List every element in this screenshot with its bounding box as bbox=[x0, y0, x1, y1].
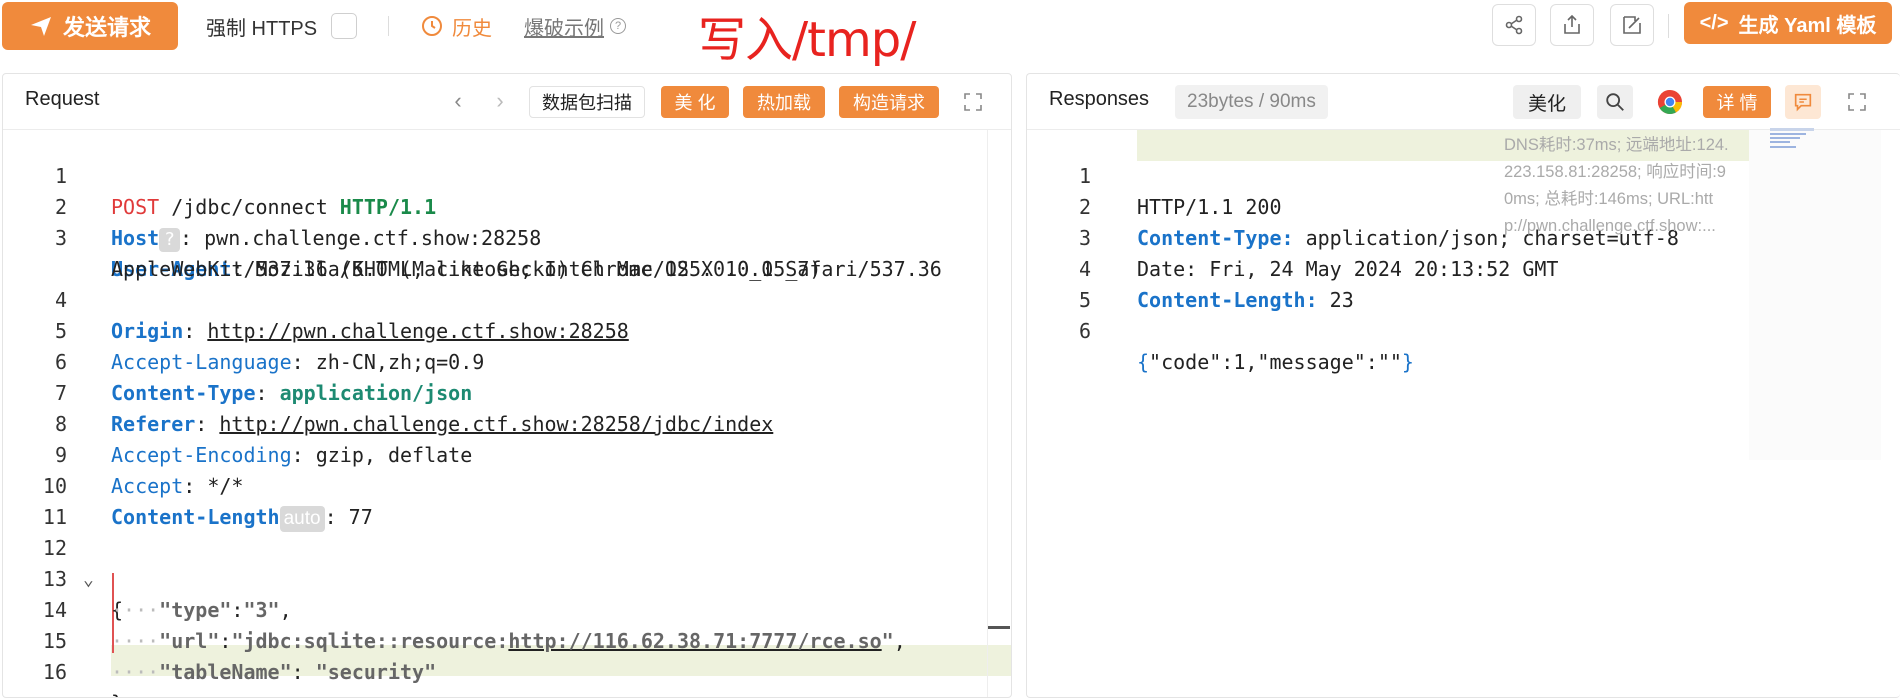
timing-overlay-line: 0ms; 总耗时:146ms; URL:htt bbox=[1504, 190, 1714, 208]
line-number: 6 bbox=[1078, 319, 1091, 343]
timing-overlay-line: p://pwn.challenge.ctf.show:... bbox=[1504, 217, 1716, 235]
hot-load-label: 热加载 bbox=[757, 93, 811, 113]
force-https-label: 强制 HTTPS bbox=[206, 17, 318, 40]
code-line-wrapped: AppleWebKit/537.36 (KHTML, like Gecko) C… bbox=[3, 223, 1011, 281]
search-icon bbox=[1606, 93, 1624, 111]
send-request-button[interactable]: 发送请求 bbox=[2, 2, 178, 50]
scrollbar-thumb[interactable] bbox=[988, 626, 1010, 629]
beautify-button[interactable]: 美 化 bbox=[661, 86, 729, 118]
force-https-checkbox[interactable] bbox=[331, 13, 358, 39]
code-line: 15 ····"tableName": "security" bbox=[3, 595, 1011, 684]
detail-button[interactable]: 详 情 bbox=[1703, 86, 1771, 118]
code-line: 11 bbox=[3, 471, 1011, 529]
code-line: 3 Date: Fri, 24 May 2024 20:13:52 GMT bbox=[1027, 192, 1900, 281]
code-line: 3 User-Agent: Mozilla/5.0 (Macintosh; In… bbox=[3, 192, 1011, 281]
code-line: 16 } bbox=[3, 626, 1011, 697]
comment-icon bbox=[1794, 93, 1812, 112]
packet-scan-label: 数据包扫描 bbox=[542, 93, 632, 113]
response-editor[interactable]: 1 HTTP/1.1 200 2 Content-Type: applicati… bbox=[1027, 130, 1900, 697]
history-label: 历史 bbox=[452, 17, 492, 40]
export-icon bbox=[1564, 14, 1580, 34]
response-title: Responses bbox=[1049, 88, 1150, 110]
code-line: 2 Content-Type: application/json; charse… bbox=[1027, 161, 1900, 250]
request-scrollbar[interactable] bbox=[987, 130, 1011, 697]
expand-icon[interactable] bbox=[961, 90, 985, 114]
request-header: Request ‹ › 数据包扫描 美 化 热加载 构造请求 bbox=[3, 74, 1011, 130]
help-icon: ? bbox=[610, 18, 626, 34]
code-line: 9 Accept: */* bbox=[3, 409, 1011, 498]
code-line: 2 Host?: pwn.challenge.ctf.show:28258 bbox=[3, 161, 1011, 252]
code-line: 1 POST /jdbc/connect HTTP/1.1 bbox=[3, 130, 1011, 219]
json-brace: } bbox=[111, 688, 123, 697]
request-panel: Request ‹ › 数据包扫描 美 化 热加载 构造请求 1 POST /j… bbox=[2, 73, 1012, 698]
send-icon bbox=[30, 17, 51, 36]
share-button[interactable] bbox=[1492, 4, 1536, 46]
code-icon: </> bbox=[1699, 11, 1729, 34]
code-line: 5 Accept-Language: zh-CN,zh;q=0.9 bbox=[3, 285, 1011, 374]
code-line: 6 {"code":1,"message":""} bbox=[1027, 285, 1900, 374]
edit-button[interactable] bbox=[1610, 4, 1654, 46]
line-number: 16 bbox=[42, 660, 67, 684]
code-line: 5 bbox=[1027, 254, 1900, 312]
note-button[interactable] bbox=[1785, 85, 1821, 119]
response-body: "code":1,"message":"" bbox=[1149, 350, 1402, 374]
timing-overlay-line: 223.158.81:28258; 响应时间:9 bbox=[1504, 163, 1726, 181]
code-line: 12 ⌄ { bbox=[3, 502, 1011, 622]
packet-scan-button[interactable]: 数据包扫描 bbox=[529, 86, 645, 118]
back-arrow-icon[interactable]: ‹ bbox=[447, 90, 469, 112]
request-editor[interactable]: 1 POST /jdbc/connect HTTP/1.1 2 Host?: p… bbox=[3, 130, 1011, 697]
json-brace: } bbox=[1401, 350, 1414, 374]
hot-load-button[interactable]: 热加载 bbox=[743, 86, 825, 118]
json-brace: { bbox=[1137, 350, 1150, 374]
response-panel: Responses 23bytes / 90ms 美化 详 情 1 HTTP/1… bbox=[1026, 73, 1900, 698]
generate-yaml-label: 生成 Yaml 模板 bbox=[1738, 14, 1877, 37]
generate-yaml-button[interactable]: </> 生成 Yaml 模板 bbox=[1684, 2, 1892, 44]
blast-example-link[interactable]: 爆破示例 ? bbox=[524, 12, 626, 40]
export-button[interactable] bbox=[1550, 4, 1594, 46]
force-https-toggle[interactable]: 强制 HTTPS bbox=[206, 12, 358, 40]
code-line: 13 ····"type":"3", bbox=[3, 533, 1011, 622]
code-line: 4 Origin: http://pwn.challenge.ctf.show:… bbox=[3, 254, 1011, 343]
json-value: "security" bbox=[315, 660, 437, 684]
response-beautify-button[interactable]: 美化 bbox=[1513, 85, 1581, 119]
code-line: 8 Accept-Encoding: gzip, deflate bbox=[3, 378, 1011, 467]
minimap[interactable] bbox=[1770, 128, 1814, 150]
send-request-label: 发送请求 bbox=[62, 15, 151, 40]
beautify-label: 美 化 bbox=[674, 93, 716, 113]
request-title: Request bbox=[25, 88, 100, 110]
edit-icon bbox=[1623, 16, 1641, 34]
response-beautify-label: 美化 bbox=[1527, 93, 1566, 115]
detail-label: 详 情 bbox=[1716, 93, 1758, 113]
code-line: 10 Content-Length auto: 77 bbox=[3, 440, 1011, 532]
toolbar-divider bbox=[1668, 14, 1669, 38]
build-request-label: 构造请求 bbox=[853, 93, 925, 113]
handwritten-annotation: 写入/tmp/ bbox=[698, 12, 916, 68]
toolbar-divider bbox=[388, 16, 389, 36]
timing-overlay-line: DNS耗时:37ms; 远端地址:124. bbox=[1504, 136, 1729, 154]
top-toolbar: 发送请求 强制 HTTPS 历史 爆破示例 ? 写入/tmp/ </> 生成 Y… bbox=[0, 0, 1900, 68]
code-line: 14 ····"url":"jdbc:sqlite::resource:http… bbox=[3, 564, 1011, 653]
code-line: 4 Content-Length: 23 bbox=[1027, 223, 1900, 312]
code-line: 6 Content-Type: application/json bbox=[3, 316, 1011, 405]
chrome-icon[interactable] bbox=[1657, 89, 1683, 115]
blast-example-label: 爆破示例 bbox=[524, 17, 604, 40]
clock-icon bbox=[422, 16, 442, 36]
response-search-button[interactable] bbox=[1597, 85, 1633, 119]
json-key: "tableName" bbox=[159, 660, 292, 684]
timing-overlay: DNS耗时:37ms; 远端地址:124. 223.158.81:28258; … bbox=[1504, 132, 1764, 240]
share-icon bbox=[1505, 15, 1523, 35]
history-button[interactable]: 历史 bbox=[420, 12, 492, 40]
response-header: Responses 23bytes / 90ms 美化 详 情 bbox=[1027, 74, 1900, 130]
forward-arrow-icon[interactable]: › bbox=[489, 90, 511, 112]
code-line: 7 Referer: http://pwn.challenge.ctf.show… bbox=[3, 347, 1011, 436]
response-stats: 23bytes / 90ms bbox=[1175, 85, 1328, 119]
expand-icon[interactable] bbox=[1845, 90, 1869, 114]
build-request-button[interactable]: 构造请求 bbox=[839, 86, 939, 118]
